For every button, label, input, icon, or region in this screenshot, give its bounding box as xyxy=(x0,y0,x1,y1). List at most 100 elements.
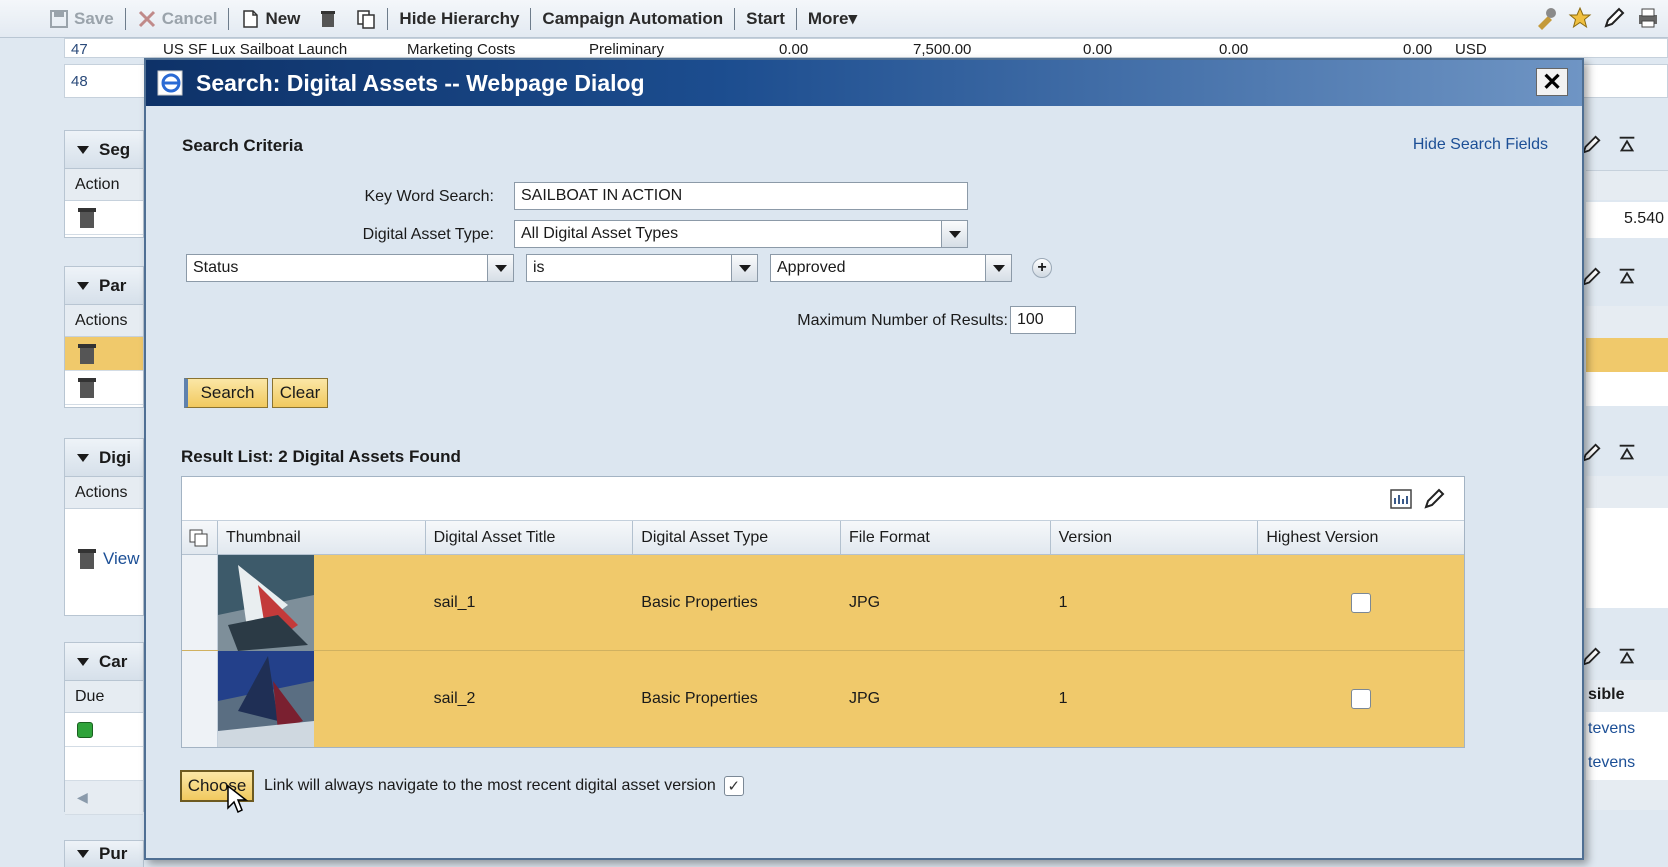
more-menu[interactable]: More▾ xyxy=(799,5,866,33)
panel-header[interactable]: Car xyxy=(65,643,143,681)
right-subheader xyxy=(1586,476,1668,508)
hide-search-fields-link[interactable]: Hide Search Fields xyxy=(1413,136,1548,154)
panel-row: ◀ xyxy=(65,781,143,815)
copy-button[interactable] xyxy=(347,5,385,33)
right-cell xyxy=(1586,372,1668,406)
file-format-cell: JPG xyxy=(840,651,1051,747)
delete-button[interactable] xyxy=(309,5,347,33)
view-link[interactable]: View xyxy=(103,549,140,569)
trash-icon[interactable] xyxy=(77,376,97,400)
asset-title-cell[interactable]: sail_1 xyxy=(425,555,634,650)
start-button[interactable]: Start xyxy=(737,5,794,33)
mouse-pointer-icon xyxy=(227,784,249,814)
start-label: Start xyxy=(746,8,785,28)
highest-version-cell xyxy=(1258,555,1465,650)
close-button[interactable]: ✕ xyxy=(1536,68,1568,96)
dialog-title-bar[interactable]: Search: Digital Assets -- Webpage Dialog… xyxy=(146,60,1582,106)
asset-type-value: All Digital Asset Types xyxy=(521,225,679,242)
column-header[interactable]: Version xyxy=(1051,521,1259,554)
chevron-down-icon[interactable] xyxy=(985,255,1011,281)
filter-field-select[interactable]: Status xyxy=(186,254,514,282)
highest-version-checkbox[interactable] xyxy=(1351,689,1372,709)
max-results-input[interactable] xyxy=(1010,306,1076,334)
highest-version-cell xyxy=(1258,651,1465,747)
trash-icon[interactable] xyxy=(77,206,97,230)
right-subheader xyxy=(1586,170,1668,200)
panel-row xyxy=(65,201,143,235)
status-green-icon xyxy=(77,721,93,738)
edit-icon[interactable] xyxy=(1422,487,1446,511)
select-all-column[interactable] xyxy=(182,521,218,554)
highest-version-checkbox[interactable] xyxy=(1351,592,1372,613)
panel-header[interactable]: Seg xyxy=(65,131,143,169)
column-header[interactable]: Digital Asset Title xyxy=(426,521,634,554)
cancel-icon xyxy=(138,10,155,27)
print-icon[interactable] xyxy=(1636,6,1660,30)
campaign-panel: Car Due ◀ xyxy=(64,642,144,815)
right-scrollbar[interactable] xyxy=(1586,780,1668,810)
link-recent-version-checkbox[interactable]: ✓ xyxy=(723,776,744,796)
asset-type-select[interactable]: All Digital Asset Types xyxy=(514,220,968,248)
panel-title: Car xyxy=(99,651,128,671)
clear-button[interactable]: Clear xyxy=(272,378,328,408)
collapse-all-icon[interactable] xyxy=(1616,442,1638,464)
filter-value-select[interactable]: Approved xyxy=(770,254,1012,282)
hide-hierarchy-label: Hide Hierarchy xyxy=(399,8,520,28)
keyword-search-input[interactable] xyxy=(514,182,968,210)
collapse-all-icon[interactable] xyxy=(1616,134,1638,156)
collapse-all-icon[interactable] xyxy=(1616,646,1638,668)
cancel-button[interactable]: Cancel xyxy=(128,5,227,33)
row-name: US SF Lux Sailboat Launch xyxy=(163,41,348,58)
campaign-automation-label: Campaign Automation xyxy=(542,8,724,28)
table-row[interactable]: sail_2 Basic Properties JPG 1 xyxy=(182,651,1465,747)
column-header[interactable]: Thumbnail xyxy=(218,521,426,554)
result-list-heading: Result List: 2 Digital Assets Found xyxy=(181,447,461,466)
scroll-left-icon[interactable]: ◀ xyxy=(77,789,88,806)
digital-assets-panel: Digi Actions View xyxy=(64,438,144,616)
collapse-all-icon[interactable] xyxy=(1616,266,1638,288)
link-recent-version-option: Link will always navigate to the most re… xyxy=(264,776,744,796)
right-panel-icons xyxy=(1580,646,1638,668)
hide-hierarchy-button[interactable]: Hide Hierarchy xyxy=(390,5,528,33)
chevron-down-icon[interactable] xyxy=(941,221,967,247)
select-all-icon xyxy=(189,529,208,546)
thumbnail-cell xyxy=(217,554,426,651)
panel-title: Seg xyxy=(99,139,131,159)
campaign-automation-button[interactable]: Campaign Automation xyxy=(533,5,732,33)
sailboat-thumbnail-image[interactable] xyxy=(217,554,314,651)
new-button[interactable]: New xyxy=(231,5,309,33)
favorite-icon[interactable] xyxy=(1568,6,1592,30)
add-criterion-button[interactable]: + xyxy=(1032,258,1052,278)
filter-operator-select[interactable]: is xyxy=(526,254,758,282)
panel-title: Pur xyxy=(99,844,128,863)
column-header[interactable]: Digital Asset Type xyxy=(633,521,841,554)
table-row[interactable]: sail_1 Basic Properties JPG 1 xyxy=(182,554,1465,651)
trash-icon[interactable] xyxy=(77,342,97,366)
collapse-icon xyxy=(77,145,89,154)
row-selector[interactable] xyxy=(182,555,218,650)
search-button[interactable]: Search xyxy=(184,378,268,408)
row-selector[interactable] xyxy=(182,651,218,747)
panel-header[interactable]: Pur xyxy=(65,841,143,867)
panel-header[interactable]: Digi xyxy=(65,439,143,477)
toolbar-separator xyxy=(530,7,532,30)
column-header[interactable]: Highest Version xyxy=(1258,521,1464,554)
save-button[interactable]: Save xyxy=(40,5,123,33)
panel-subheader: Due xyxy=(65,681,143,713)
panel-subheader: Actions xyxy=(65,305,143,337)
trash-icon[interactable] xyxy=(77,547,97,571)
export-spreadsheet-icon[interactable] xyxy=(1389,487,1413,511)
panel-header[interactable]: Par xyxy=(65,267,143,305)
sailboat-thumbnail-image[interactable] xyxy=(217,651,314,747)
column-header[interactable]: File Format xyxy=(841,521,1051,554)
asset-title-cell[interactable]: sail_2 xyxy=(425,651,634,747)
chevron-down-icon[interactable] xyxy=(731,255,757,281)
tools-icon[interactable] xyxy=(1534,6,1558,30)
responsible-link[interactable]: tevens xyxy=(1588,754,1635,771)
row-value: 0.00 xyxy=(1219,41,1249,58)
edit-icon[interactable] xyxy=(1602,6,1626,30)
chevron-down-icon[interactable] xyxy=(487,255,513,281)
responsible-link[interactable]: tevens xyxy=(1588,720,1635,737)
cancel-label: Cancel xyxy=(161,8,218,28)
table-header: Thumbnail Digital Asset Title Digital As… xyxy=(182,521,1464,555)
